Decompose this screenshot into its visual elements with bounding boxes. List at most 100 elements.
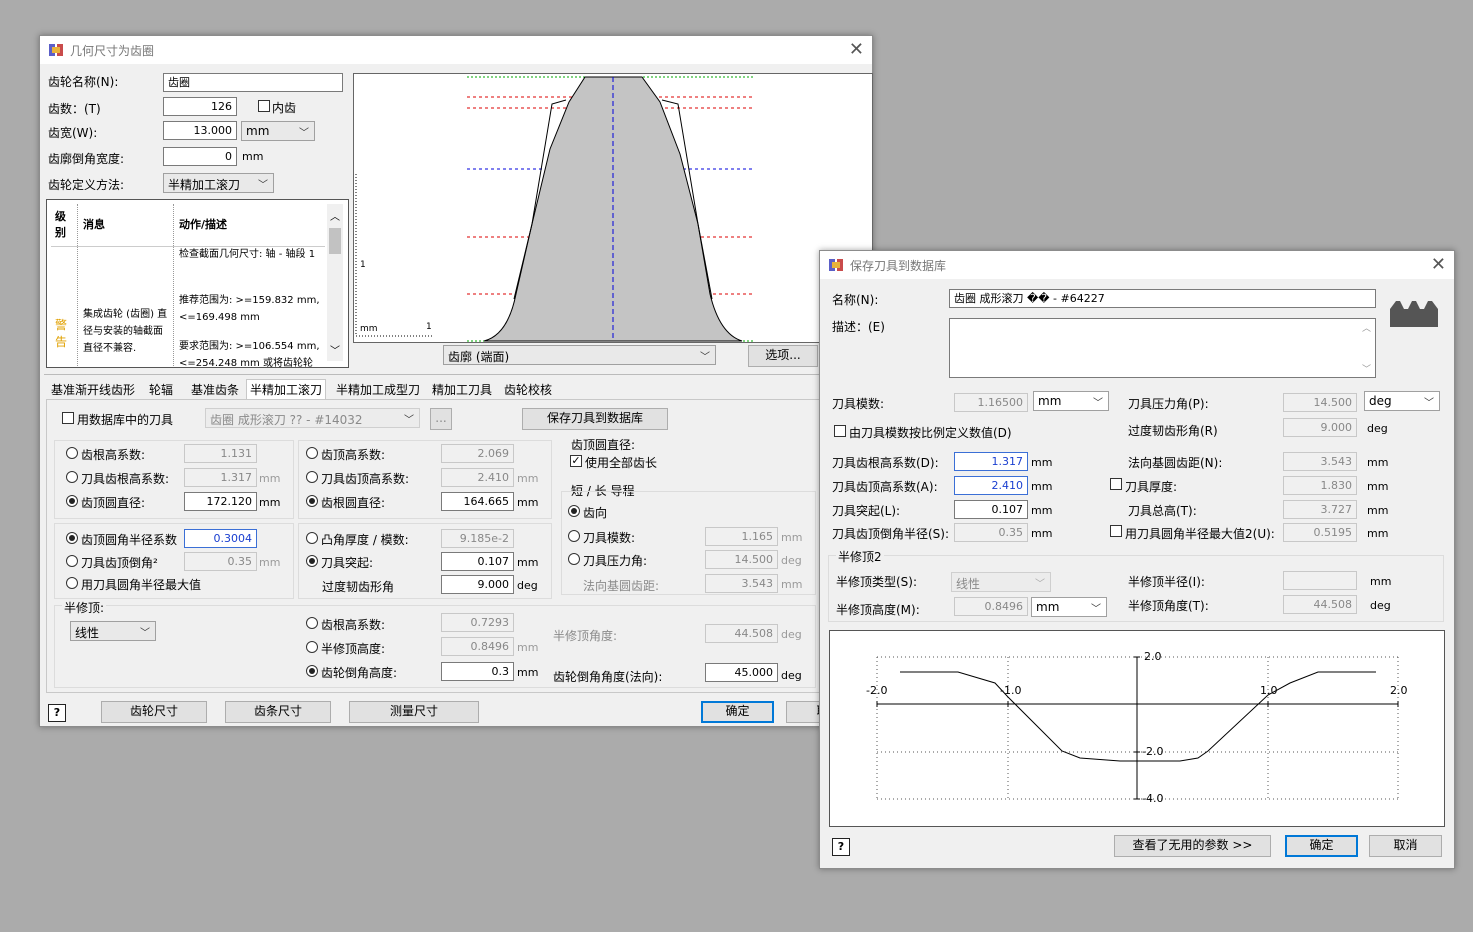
close-icon[interactable]: ✕ <box>1431 254 1446 275</box>
db-tool-select[interactable]: 齿圈 成形滚刀 ?? - #14032 ﹀ <box>205 408 420 428</box>
tool-dedendum-input[interactable]: 1.317 <box>184 468 257 487</box>
gear-dimensions-button[interactable]: 齿轮尺寸 <box>101 701 207 723</box>
options-button[interactable]: 选项... <box>748 345 818 367</box>
protuberance-radio[interactable] <box>306 555 318 567</box>
tip-radius-coef-radio[interactable] <box>66 532 78 544</box>
tab-finish-tool[interactable]: 精加工刀具 <box>431 379 493 401</box>
tab-spokes[interactable]: 轮辐 <box>148 379 174 401</box>
transition-angle-label: 过度韧齿形角(R) <box>1128 424 1218 438</box>
semi-height-input[interactable]: 0.8496 <box>954 597 1028 616</box>
semi-top-angle-input[interactable]: 44.508 <box>705 624 778 643</box>
tab-semi-hob[interactable]: 半精加工滚刀 <box>246 379 327 400</box>
max-radius-input[interactable]: 0.5195 <box>1283 523 1357 542</box>
protuberance-ratio-radio[interactable] <box>306 532 318 544</box>
tool-module-radio[interactable] <box>568 530 580 542</box>
close-icon[interactable]: ✕ <box>849 39 864 60</box>
measure-dimensions-button[interactable]: 测量尺寸 <box>349 701 479 723</box>
tick-x-1: 1.0 <box>1260 684 1278 697</box>
max-tool-radius-radio[interactable] <box>66 577 78 589</box>
tool-dedendum-radio[interactable] <box>66 471 78 483</box>
addendum-coef-input[interactable]: 2.069 <box>441 444 514 463</box>
root-diameter-radio[interactable] <box>306 495 318 507</box>
tab-base-rack[interactable]: 基准齿条 <box>190 379 240 401</box>
semi-height-unit-select[interactable]: mm ﹀ <box>1031 597 1107 617</box>
chamfer-input[interactable]: 0 <box>163 147 237 166</box>
tool-dedendum-input[interactable]: 1.317 <box>954 452 1028 471</box>
scale-by-module-checkbox[interactable] <box>834 425 846 437</box>
tip-radius-coef-input[interactable]: 0.3004 <box>184 529 257 548</box>
tool-total-height-input[interactable]: 3.727 <box>1283 500 1357 519</box>
tool-thickness-checkbox[interactable] <box>1110 478 1122 490</box>
tab-gear-check[interactable]: 齿轮校核 <box>503 379 553 401</box>
semi-dedendum-radio[interactable] <box>306 617 318 629</box>
addendum-coef-radio[interactable] <box>306 447 318 459</box>
tool-tip-chamfer-input[interactable]: 0.35 <box>184 552 257 571</box>
axial-label: 齿向 <box>583 506 608 520</box>
tab-base-involute[interactable]: 基准渐开线齿形 <box>50 379 136 401</box>
tool-pressure-input[interactable]: 14.500 <box>705 550 778 569</box>
pressure-unit-select[interactable]: deg ﹀ <box>1364 391 1440 411</box>
action-line-2: 推荐范围为: >=159.832 mm, <=169.498 mm <box>179 295 320 323</box>
protuberance-input[interactable]: 0.107 <box>441 552 514 571</box>
cancel-button[interactable]: 取消 <box>1369 835 1442 857</box>
gear-name-input[interactable]: 齿圈 <box>163 73 343 92</box>
description-textarea[interactable]: ︿ ﹀ <box>949 318 1376 378</box>
tool-protuberance-input[interactable]: 0.107 <box>954 500 1028 519</box>
tool-tip-radius-input[interactable]: 0.35 <box>954 523 1028 542</box>
internal-checkbox[interactable] <box>258 100 270 112</box>
transition-angle-input[interactable]: 9.000 <box>441 575 514 594</box>
semi-angle-input[interactable]: 44.508 <box>1283 595 1357 614</box>
rack-dimensions-button[interactable]: 齿条尺寸 <box>225 701 331 723</box>
ok-button[interactable]: 确定 <box>701 701 774 723</box>
tool-addendum-input[interactable]: 2.410 <box>954 476 1028 495</box>
face-width-input[interactable]: 13.000 <box>163 121 237 140</box>
semi-top-height-radio[interactable] <box>306 641 318 653</box>
teeth-input[interactable]: 126 <box>163 97 237 116</box>
tip-diameter-radio[interactable] <box>66 495 78 507</box>
semi-radius-input[interactable] <box>1283 571 1357 590</box>
tool-tip-chamfer-radio[interactable] <box>66 555 78 567</box>
tool-total-height-label: 刀具总高(T): <box>1128 504 1197 518</box>
semi-top-type-select[interactable]: 线性 ﹀ <box>70 621 156 641</box>
tool-module-input[interactable]: 1.165 <box>705 527 778 546</box>
tool-module-input[interactable]: 1.16500 <box>954 393 1028 412</box>
tab-semi-form[interactable]: 半精加工成型刀 <box>335 379 421 401</box>
ok-button[interactable]: 确定 <box>1285 835 1358 857</box>
name-input[interactable]: 齿圈 成形滚刀 �� - #64227 <box>949 289 1376 308</box>
unused-params-button[interactable]: 查看了无用的参数 >> <box>1114 835 1271 857</box>
tool-pressure-radio[interactable] <box>568 553 580 565</box>
dedendum-coef-radio[interactable] <box>66 447 78 459</box>
tool-thickness-input[interactable]: 1.830 <box>1283 476 1357 495</box>
dedendum-coef-input[interactable]: 1.131 <box>184 444 257 463</box>
module-unit-select[interactable]: mm ﹀ <box>1033 391 1109 411</box>
face-unit-select[interactable]: mm ﹀ <box>241 121 315 141</box>
gear-chamfer-height-radio[interactable] <box>306 665 318 677</box>
method-select[interactable]: 半精加工滚刀 ﹀ <box>163 173 274 193</box>
base-pitch-input[interactable]: 3.543 <box>705 574 778 593</box>
protuberance-ratio-input[interactable]: 9.185e-2 <box>441 529 514 548</box>
addendum-coef-label: 齿顶高系数: <box>321 448 386 462</box>
base-pitch-input[interactable]: 3.543 <box>1283 452 1357 471</box>
tip-diameter-input[interactable]: 172.120 <box>184 492 257 511</box>
gear-chamfer-height-input[interactable]: 0.3 <box>441 662 514 681</box>
tool-pressure-input[interactable]: 14.500 <box>1283 393 1357 412</box>
help-icon[interactable]: ? <box>48 704 66 722</box>
tool-addendum-radio[interactable] <box>306 471 318 483</box>
browse-button[interactable]: ... <box>430 408 452 430</box>
axial-radio[interactable] <box>568 505 580 517</box>
use-full-length-checkbox[interactable]: ✓ <box>570 455 582 467</box>
transition-angle-input[interactable]: 9.000 <box>1283 418 1357 437</box>
chamfer-angle-label: 齿轮倒角角度(法向): <box>553 670 663 684</box>
semi-dedendum-input[interactable]: 0.7293 <box>441 613 514 632</box>
tool-addendum-input[interactable]: 2.410 <box>441 468 514 487</box>
semi-type-select[interactable]: 线性 ﹀ <box>951 572 1051 592</box>
chamfer-angle-input[interactable]: 45.000 <box>705 663 778 682</box>
root-diameter-input[interactable]: 164.665 <box>441 492 514 511</box>
max-radius-checkbox[interactable] <box>1110 525 1122 537</box>
view-select[interactable]: 齿廓 (端面) ﹀ <box>443 345 716 365</box>
save-tool-button[interactable]: 保存刀具到数据库 <box>522 408 668 430</box>
semi-top-height-input[interactable]: 0.8496 <box>441 637 514 656</box>
use-db-tool-checkbox[interactable] <box>62 412 74 424</box>
help-icon[interactable]: ? <box>832 838 850 856</box>
scrollbar[interactable]: ︿ ﹀ <box>327 204 343 361</box>
